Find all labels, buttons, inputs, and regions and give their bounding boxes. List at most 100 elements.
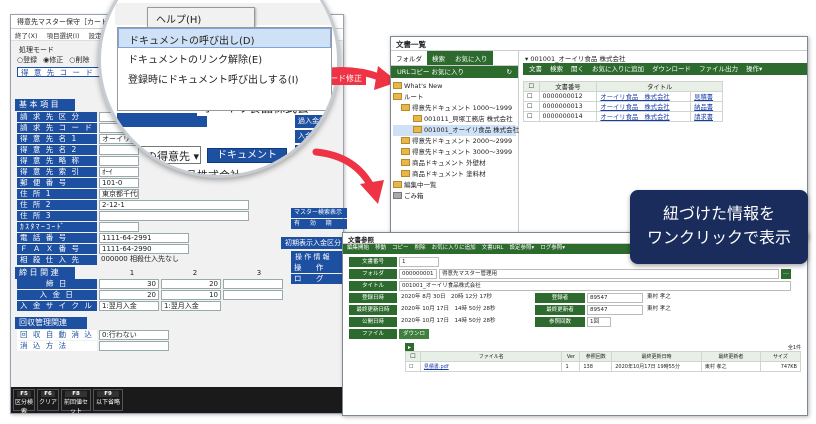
radio-delete[interactable]: ○削除 [69, 55, 89, 65]
menu-call-on-register[interactable]: 登録時にドキュメント呼び出しする(I) [118, 68, 331, 88]
folder-pick-button[interactable]: … [781, 269, 791, 279]
toolbar-delete[interactable]: 削除 [415, 245, 426, 253]
document-table: ☐ 文書番号 タイトル ☐ 0000000012 オーイリ食品 株式会社 見積書 ☐ 000… [523, 81, 723, 122]
fkey-f8[interactable]: F8 前回値セット [61, 389, 91, 415]
tree-item-selected[interactable]: 001001_オーイリ食品 株式会社 [393, 125, 519, 136]
toolbar-operations[interactable]: 操作▾ [746, 65, 762, 73]
field-label: 請 求 先 区 分 [17, 112, 97, 122]
menu-exit[interactable]: 終了(X) [15, 30, 38, 40]
close-day-3[interactable] [223, 279, 283, 289]
fkey-f6[interactable]: F6 クリア [37, 389, 59, 411]
tree-item[interactable]: 得意先ドキュメント 2000～2999 [393, 136, 516, 147]
current-path: ▾ 001001_オーイリ食品 株式会社 [525, 55, 626, 63]
pay-day-3[interactable] [223, 290, 283, 300]
address1-input[interactable]: 東京都千代田 [99, 189, 139, 199]
label-upd-user: 最終更新者 [535, 305, 585, 315]
col-upd-date[interactable]: 最終更新日時 [611, 351, 702, 362]
address3-input[interactable] [99, 211, 249, 221]
close-label: 締 日 [17, 279, 97, 289]
toolbar-doc[interactable]: 文書 [529, 65, 542, 73]
col-doc-number[interactable]: 文書番号 [538, 81, 598, 92]
value-doc-num: 1 [399, 257, 439, 267]
label-title: タイトル [349, 281, 397, 291]
label-file: ファイル [349, 329, 397, 339]
auto-clear-select[interactable]: 0:行わない [99, 330, 169, 340]
field-input[interactable] [99, 222, 139, 232]
tab-favorites[interactable]: お気に入り [450, 51, 493, 65]
folder-tree: What's New ルート 得意先ドキュメント 1000～1999 00101… [391, 78, 519, 205]
pay-day-2[interactable]: 10 [161, 290, 221, 300]
close-day-2[interactable]: 20 [161, 279, 221, 289]
file-name-link[interactable]: 見積書.pdf [419, 361, 563, 372]
select-all-checkbox[interactable]: ☐ [523, 81, 540, 92]
radio-register[interactable]: ○登録 [17, 55, 37, 65]
tree-item[interactable]: 商品ドキュメント 外壁材 [393, 158, 516, 169]
field-label: 住 所 2 [17, 200, 97, 210]
menu-select[interactable]: 項目選択(I) [47, 30, 80, 40]
tree-item[interactable]: ごみ箱 [393, 191, 516, 202]
mag-customer-type-select[interactable]: 常の得意先 ▾ [131, 146, 201, 164]
pay-cycle-1-select[interactable]: 1:翌月入金 [99, 301, 159, 311]
tree-item[interactable]: 編集中一覧 [393, 180, 516, 191]
toolbar-log[interactable]: ログ参照▾ [540, 245, 565, 253]
tree-item[interactable]: ルート [393, 92, 516, 103]
menu-call-document[interactable]: ドキュメントの呼び出し(D) [118, 28, 331, 48]
folder-icon [401, 104, 410, 111]
tree-item[interactable]: What's New [393, 81, 516, 92]
table-row[interactable]: ☐ 0000000014 オーイリ食品 株式会社 請求書 [523, 111, 723, 122]
radio-modify[interactable]: ◉修正 [43, 55, 63, 65]
tab-folder[interactable]: フォルダ [391, 51, 427, 65]
tab-search[interactable]: 検索 [427, 51, 450, 65]
toolbar-copy[interactable]: コピー [392, 245, 409, 253]
toolbar-doc-url[interactable]: 文書URL [482, 245, 504, 253]
col-file-name[interactable]: ファイル名 [419, 351, 563, 362]
fkey-f9[interactable]: F9 以下省略 [93, 389, 123, 411]
toolbar-open[interactable]: 開く [571, 65, 584, 73]
close-label: 入 金 サ イ ク ル [17, 301, 97, 311]
close-day-1[interactable]: 30 [99, 279, 159, 289]
clear-method-select[interactable] [99, 341, 169, 351]
customer-code-label: 得 意 先 コ ー ド [17, 67, 103, 77]
toolbar-search[interactable]: 検索 [550, 65, 563, 73]
tree-item[interactable]: 得意先ドキュメント 1000～1999 [393, 103, 516, 114]
toolbar-move[interactable]: 移動 [375, 245, 386, 253]
ops-label: ロ グ [291, 274, 345, 284]
fax-input[interactable]: 1111-64-2990 [99, 244, 189, 254]
table-row[interactable]: ☐ 0000000013 オーイリ食品 株式会社 納品書 [523, 101, 723, 112]
toolbar-favorite[interactable]: お気に入りに追加 [432, 245, 476, 253]
value-ref-count: 1回 [587, 317, 611, 327]
toolbar-file-output[interactable]: ファイル出力 [699, 65, 738, 73]
table-row[interactable]: ☐ 0000000012 オーイリ食品 株式会社 見積書 [523, 91, 723, 102]
toolbar-edit[interactable]: 編集開始 [347, 245, 369, 253]
pay-day-1[interactable]: 20 [99, 290, 159, 300]
document-button[interactable]: ドキュメント [207, 148, 287, 163]
tree-item[interactable]: 得意先ドキュメント 3000～3999 [393, 147, 516, 158]
menu-unlink-document[interactable]: ドキュメントのリンク解除(E) [118, 48, 331, 68]
tree-item[interactable]: 商品ドキュメント 塗料材 [393, 169, 516, 180]
fkey-f5[interactable]: F5 区分検索 [13, 389, 35, 415]
tree-item[interactable]: 001011_貝塚工務店 株式会社 [393, 114, 516, 125]
folder-icon [401, 170, 410, 177]
phone-input[interactable]: 1111-64-2991 [99, 233, 189, 243]
col-refs[interactable]: 参照回数 [579, 351, 613, 362]
postal-input[interactable]: 101-0 [99, 178, 139, 188]
address2-input[interactable]: 2-12-1 [99, 200, 249, 210]
field-label: 住 所 3 [17, 211, 97, 221]
file-row[interactable]: ☐ 見積書.pdf 1 138 2020年10月17日 19時55分 東村 孝之… [405, 361, 802, 372]
col-ver[interactable]: Ver [561, 351, 581, 362]
pay-cycle-2-select[interactable]: 1:翌月入金 [161, 301, 221, 311]
url-copy-bar[interactable]: URLコピー お気に入り ↻ [391, 66, 518, 78]
toolbar-add-favorite[interactable]: お気に入りに追加 [592, 65, 644, 73]
col-upd-user[interactable]: 最終更新者 [700, 351, 761, 362]
collect-label: 回 収 自 動 消 込 [17, 330, 97, 340]
download-button[interactable]: ダウンロード [399, 329, 429, 347]
col-size[interactable]: サイズ [759, 351, 802, 362]
label-doc-num: 文書番号 [349, 257, 397, 267]
toolbar-settings[interactable]: 設定参照▾ [510, 245, 535, 253]
col-title[interactable]: タイトル [596, 81, 723, 92]
toolbar-download[interactable]: ダウンロード [652, 65, 691, 73]
offset-supplier-value[interactable]: 000000 相殺仕入先なし [99, 255, 209, 265]
folder-icon [393, 181, 402, 188]
value-title: 001001_オーイリ食品株式会社 [399, 281, 791, 291]
label-upd-date: 最終更新日時 [349, 305, 397, 315]
